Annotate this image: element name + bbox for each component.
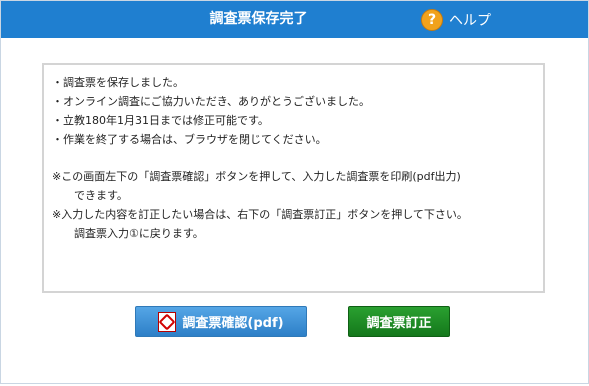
confirm-pdf-button[interactable]: 調査票確認(pdf) bbox=[135, 306, 307, 337]
correct-button[interactable]: 調査票訂正 bbox=[348, 306, 450, 337]
note-correct-line2: 調査票入力①に戻ります。 bbox=[74, 227, 204, 240]
help-icon: ? bbox=[421, 9, 443, 31]
confirm-pdf-label: 調査票確認(pdf) bbox=[182, 316, 284, 331]
message-bullets: ・調査票を保存しました。 ・オンライン調査にご協力いただき、ありがとうございまし… bbox=[52, 73, 535, 149]
title-bar: 調査票保存完了 ? ヘルプ bbox=[1, 1, 588, 38]
message-bullet: ・調査票を保存しました。 bbox=[52, 76, 184, 89]
page-title: 調査票保存完了 bbox=[209, 11, 308, 27]
pdf-icon bbox=[158, 311, 177, 332]
message-bullet: ・オンライン調査にご協力いただき、ありがとうございました。 bbox=[52, 95, 371, 108]
note-correct-line1: ※入力した内容を訂正したい場合は、右下の「調査票訂正」ボタンを押して下さい。 bbox=[52, 208, 468, 221]
help-link[interactable]: ? ヘルプ bbox=[421, 9, 491, 31]
correct-label: 調査票訂正 bbox=[366, 316, 432, 331]
dialog-window: 調査票保存完了 ? ヘルプ ・調査票を保存しました。 ・オンライン調査にご協力い… bbox=[0, 0, 589, 384]
message-bullet: ・立教180年1月31日までは修正可能です。 bbox=[52, 114, 269, 127]
message-bullet: ・作業を終了する場合は、ブラウザを閉じてください。 bbox=[52, 133, 327, 146]
help-label: ヘルプ bbox=[449, 13, 491, 29]
note-print-line2: できます。 bbox=[74, 189, 128, 202]
note-print-line1: ※この画面左下の「調査票確認」ボタンを押して、入力した調査票を印刷(pdf出力) bbox=[52, 170, 461, 183]
message-box: ・調査票を保存しました。 ・オンライン調査にご協力いただき、ありがとうございまし… bbox=[42, 63, 545, 293]
